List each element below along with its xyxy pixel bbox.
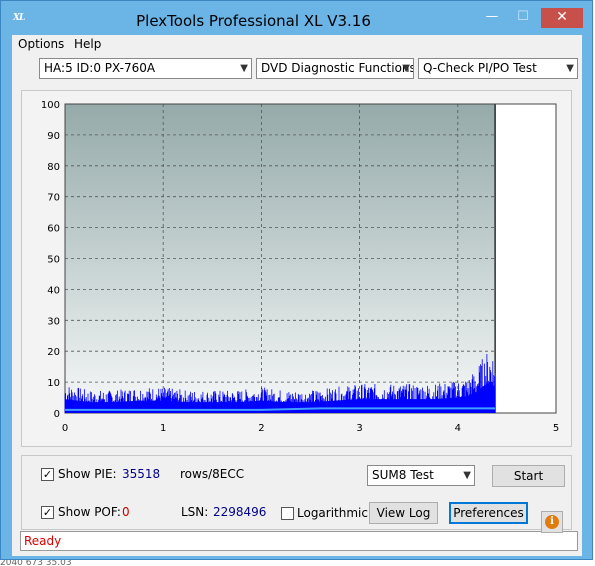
chart-panel: 0 10 20 30 40 50 60 70 80 90 100 0 1 2 3 4 5 xyxy=(21,90,572,447)
y-tick-label: 60 xyxy=(47,224,60,235)
logarithmic-checkbox[interactable] xyxy=(281,507,294,520)
pi-po-chart: 0 10 20 30 40 50 60 70 80 90 100 0 1 2 3 4 5 xyxy=(22,91,571,446)
test-select[interactable]: Q-Check PI/PO Test ▼ xyxy=(418,58,578,79)
y-tick-label: 10 xyxy=(47,378,60,389)
title-bar[interactable]: XL PlexTools Professional XL V3.16 — ☐ ✕ xyxy=(1,1,592,35)
x-tick-label: 5 xyxy=(553,423,559,434)
pof-value: 0 xyxy=(122,505,130,519)
drive-select[interactable]: HA:5 ID:0 PX-760A ▼ xyxy=(39,58,252,79)
y-tick-label: 80 xyxy=(47,162,60,173)
preferences-button[interactable]: Preferences xyxy=(449,502,528,524)
maximize-button[interactable]: ☐ xyxy=(510,8,536,28)
test-select-value: Q-Check PI/PO Test xyxy=(423,61,537,75)
y-tick-label: 20 xyxy=(47,347,60,358)
background-table-text: 2040 673 35.03 xyxy=(0,560,72,566)
x-tick-label: 2 xyxy=(258,423,264,434)
app-window: XL PlexTools Professional XL V3.16 — ☐ ✕… xyxy=(0,0,593,560)
info-icon: i xyxy=(545,515,559,529)
chevron-down-icon: ▼ xyxy=(463,470,471,481)
window-title: PlexTools Professional XL V3.16 xyxy=(136,12,371,30)
x-tick-label: 0 xyxy=(62,423,68,434)
chevron-down-icon: ▼ xyxy=(240,63,248,74)
view-log-button[interactable]: View Log xyxy=(369,502,438,524)
chevron-down-icon: ▼ xyxy=(566,63,574,74)
y-tick-label: 0 xyxy=(54,409,60,420)
mode-select[interactable]: SUM8 Test ▼ xyxy=(367,465,475,486)
mode-select-value: SUM8 Test xyxy=(372,468,434,482)
function-select-value: DVD Diagnostic Functions xyxy=(261,61,414,75)
close-button[interactable]: ✕ xyxy=(541,8,583,28)
pie-unit: rows/8ECC xyxy=(180,467,245,481)
x-tick-label: 3 xyxy=(356,423,362,434)
status-bar: Ready xyxy=(20,531,578,551)
show-pie-checkbox[interactable]: ✓ xyxy=(41,468,54,481)
y-tick-label: 40 xyxy=(47,285,60,296)
drive-select-value: HA:5 ID:0 PX-760A xyxy=(44,61,156,75)
menu-bar: Options Help xyxy=(12,35,582,54)
y-tick-label: 100 xyxy=(41,100,60,111)
lsn-value: 2298496 xyxy=(213,505,267,519)
start-button[interactable]: Start xyxy=(492,465,565,487)
y-tick-label: 30 xyxy=(47,316,60,327)
pie-value: 35518 xyxy=(122,467,161,481)
y-tick-label: 70 xyxy=(47,193,60,204)
unscanned-region xyxy=(495,104,556,413)
main-panel: HA:5 ID:0 PX-760A ▼ DVD Diagnostic Funct… xyxy=(12,54,582,556)
show-pie-label: Show PIE: xyxy=(58,467,117,481)
menu-help[interactable]: Help xyxy=(74,37,101,51)
y-tick-label: 90 xyxy=(47,131,60,142)
lsn-label: LSN: xyxy=(181,505,209,519)
menu-options[interactable]: Options xyxy=(18,37,64,51)
controls-panel: ✓ Show PIE: 35518 rows/8ECC SUM8 Test ▼ … xyxy=(21,455,572,530)
function-select[interactable]: DVD Diagnostic Functions ▼ xyxy=(256,58,414,79)
show-pof-label: Show POF: xyxy=(58,505,121,519)
y-tick-label: 50 xyxy=(47,255,60,266)
chevron-down-icon: ▼ xyxy=(402,63,410,74)
minimize-button[interactable]: — xyxy=(479,8,505,30)
show-pof-checkbox[interactable]: ✓ xyxy=(41,506,54,519)
logarithmic-label: Logarithmic xyxy=(297,506,368,520)
info-button[interactable]: i xyxy=(541,511,563,533)
x-tick-label: 4 xyxy=(455,423,461,434)
x-tick-label: 1 xyxy=(160,423,166,434)
